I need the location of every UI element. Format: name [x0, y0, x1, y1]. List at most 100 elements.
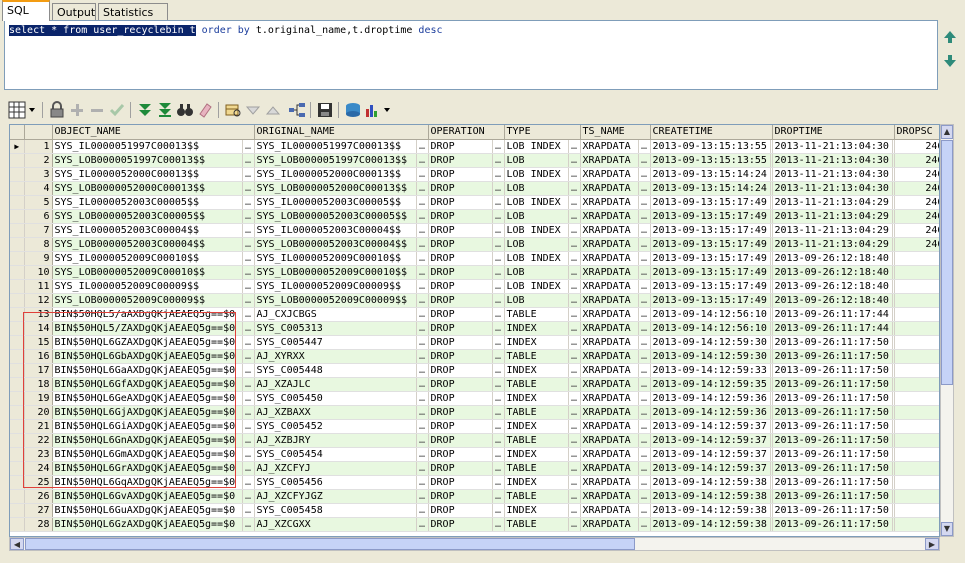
cell-dropscn[interactable]: 2129: [894, 419, 939, 434]
cell-type[interactable]: INDEX: [504, 503, 569, 518]
cell-object-name[interactable]: BIN$50HQL6GbAXDgQKjAEAEQ5g==$0: [52, 349, 243, 364]
cell-ts-name[interactable]: XRAPDATA: [580, 195, 639, 210]
cell-object-name[interactable]: BIN$50HQL6GuAXDgQKjAEAEQ5g==$0: [52, 503, 243, 518]
cell-editor-button[interactable]: …: [638, 279, 651, 294]
cell-editor-button[interactable]: …: [492, 307, 505, 322]
cell-original-name[interactable]: SYS_IL0000051997C00013$$: [254, 139, 417, 154]
cell-editor-button[interactable]: …: [416, 251, 429, 266]
cell-droptime[interactable]: 2013-09-26:11:17:50: [772, 405, 893, 420]
cell-original-name[interactable]: SYS_C005450: [254, 391, 417, 406]
row-number[interactable]: 21: [24, 419, 53, 434]
table-row[interactable]: 14 BIN$50HQL5/ZAXDgQKjAEAEQ5g==$0… SYS_C00…: [10, 321, 939, 336]
cell-ts-name[interactable]: XRAPDATA: [580, 223, 639, 238]
cell-operation[interactable]: DROP: [428, 335, 493, 350]
cell-editor-button[interactable]: …: [492, 377, 505, 392]
cell-object-name[interactable]: SYS_LOB0000052000C00013$$: [52, 181, 243, 196]
cell-original-name[interactable]: SYS_LOB0000052003C00005$$: [254, 209, 417, 224]
cell-editor-button[interactable]: …: [492, 405, 505, 420]
cell-createtime[interactable]: 2013-09-14:12:59:30: [650, 349, 771, 364]
cell-object-name[interactable]: SYS_IL0000052000C00013$$: [52, 167, 243, 182]
cell-editor-button[interactable]: …: [568, 461, 581, 476]
cell-original-name[interactable]: SYS_C005448: [254, 363, 417, 378]
cell-createtime[interactable]: 2013-09-13:15:17:49: [650, 293, 771, 308]
cell-type[interactable]: LOB INDEX: [504, 139, 569, 154]
scroll-left-icon[interactable]: ◀: [10, 538, 24, 550]
qbe-icon[interactable]: [224, 101, 242, 119]
cell-droptime[interactable]: 2013-09-26:12:18:40: [772, 293, 893, 308]
vertical-scrollbar[interactable]: ▲ ▼: [940, 124, 954, 537]
cell-type[interactable]: LOB: [504, 265, 569, 280]
cell-original-name[interactable]: SYS_C005458: [254, 503, 417, 518]
cell-object-name[interactable]: BIN$50HQL6GZAXDgQKjAEAEQ5g==$0: [52, 335, 243, 350]
cell-editor-button[interactable]: …: [416, 153, 429, 168]
cell-createtime[interactable]: 2013-09-13:15:14:24: [650, 167, 771, 182]
row-number[interactable]: 27: [24, 503, 53, 518]
cell-original-name[interactable]: AJ_XZAJLC: [254, 377, 417, 392]
cell-ts-name[interactable]: XRAPDATA: [580, 293, 639, 308]
cell-operation[interactable]: DROP: [428, 503, 493, 518]
cell-dropscn[interactable]: 2217: [894, 279, 939, 294]
cell-dropscn[interactable]: 2129: [894, 503, 939, 518]
cell-editor-button[interactable]: …: [242, 293, 255, 308]
cell-operation[interactable]: DROP: [428, 293, 493, 308]
cell-type[interactable]: LOB INDEX: [504, 279, 569, 294]
cell-editor-button[interactable]: …: [568, 181, 581, 196]
cell-createtime[interactable]: 2013-09-13:15:13:55: [650, 139, 771, 154]
cell-editor-button[interactable]: …: [492, 419, 505, 434]
row-number[interactable]: 26: [24, 489, 53, 504]
cell-editor-button[interactable]: …: [638, 433, 651, 448]
cell-dropscn[interactable]: 2468507: [894, 237, 939, 252]
cell-original-name[interactable]: SYS_C005456: [254, 475, 417, 490]
table-row[interactable]: 16 BIN$50HQL6GbAXDgQKjAEAEQ5g==$0… AJ_XYRX…: [10, 349, 939, 364]
cell-editor-button[interactable]: …: [568, 223, 581, 238]
cell-editor-button[interactable]: …: [416, 195, 429, 210]
cell-editor-button[interactable]: …: [416, 139, 429, 154]
table-row[interactable]: 28 BIN$50HQL6GzAXDgQKjAEAEQ5g==$0… AJ_XZCG…: [10, 517, 939, 532]
cell-type[interactable]: INDEX: [504, 475, 569, 490]
cell-droptime[interactable]: 2013-09-26:11:17:50: [772, 391, 893, 406]
cell-editor-button[interactable]: …: [638, 349, 651, 364]
cell-editor-button[interactable]: …: [416, 489, 429, 504]
cell-editor-button[interactable]: …: [568, 251, 581, 266]
cell-editor-button[interactable]: …: [492, 321, 505, 336]
cell-object-name[interactable]: BIN$50HQL5/aAXDgQKjAEAEQ5g==$0: [52, 307, 243, 322]
cell-dropscn[interactable]: 2129: [894, 377, 939, 392]
cell-dropscn[interactable]: 2129: [894, 391, 939, 406]
cell-editor-button[interactable]: …: [568, 433, 581, 448]
table-row[interactable]: 18 BIN$50HQL6GfAXDgQKjAEAEQ5g==$0… AJ_XZAJ…: [10, 377, 939, 392]
cell-createtime[interactable]: 2013-09-14:12:59:36: [650, 391, 771, 406]
table-row[interactable]: 12 SYS_LOB0000052009C00009$$… SYS_LOB00000…: [10, 293, 939, 308]
cell-operation[interactable]: DROP: [428, 279, 493, 294]
cell-original-name[interactable]: AJ_XYRXX: [254, 349, 417, 364]
cell-type[interactable]: LOB: [504, 181, 569, 196]
cell-type[interactable]: INDEX: [504, 447, 569, 462]
cell-object-name[interactable]: SYS_IL0000052003C00005$$: [52, 195, 243, 210]
row-number[interactable]: 24: [24, 461, 53, 476]
cell-type[interactable]: INDEX: [504, 363, 569, 378]
cell-editor-button[interactable]: …: [242, 349, 255, 364]
cell-editor-button[interactable]: …: [638, 237, 651, 252]
cell-dropscn[interactable]: 2129: [894, 475, 939, 490]
cell-editor-button[interactable]: …: [492, 181, 505, 196]
cell-editor-button[interactable]: …: [242, 237, 255, 252]
row-number[interactable]: 16: [24, 349, 53, 364]
cell-createtime[interactable]: 2013-09-14:12:59:38: [650, 517, 771, 532]
cell-editor-button[interactable]: …: [242, 153, 255, 168]
row-number[interactable]: 23: [24, 447, 53, 462]
cell-ts-name[interactable]: XRAPDATA: [580, 503, 639, 518]
cell-editor-button[interactable]: …: [492, 237, 505, 252]
table-row[interactable]: 2 SYS_LOB0000051997C00013$$… SYS_LOB000005…: [10, 153, 939, 168]
cell-dropscn[interactable]: 2468507: [894, 223, 939, 238]
cell-editor-button[interactable]: …: [492, 335, 505, 350]
cell-droptime[interactable]: 2013-11-21:13:04:30: [772, 181, 893, 196]
cell-ts-name[interactable]: XRAPDATA: [580, 419, 639, 434]
row-number[interactable]: 8: [24, 237, 53, 252]
cell-operation[interactable]: DROP: [428, 209, 493, 224]
cell-droptime[interactable]: 2013-09-26:11:17:50: [772, 447, 893, 462]
cell-operation[interactable]: DROP: [428, 349, 493, 364]
cell-editor-button[interactable]: …: [638, 447, 651, 462]
cell-editor-button[interactable]: …: [492, 461, 505, 476]
cell-type[interactable]: LOB: [504, 153, 569, 168]
cell-createtime[interactable]: 2013-09-13:15:17:49: [650, 195, 771, 210]
cell-editor-button[interactable]: …: [568, 237, 581, 252]
